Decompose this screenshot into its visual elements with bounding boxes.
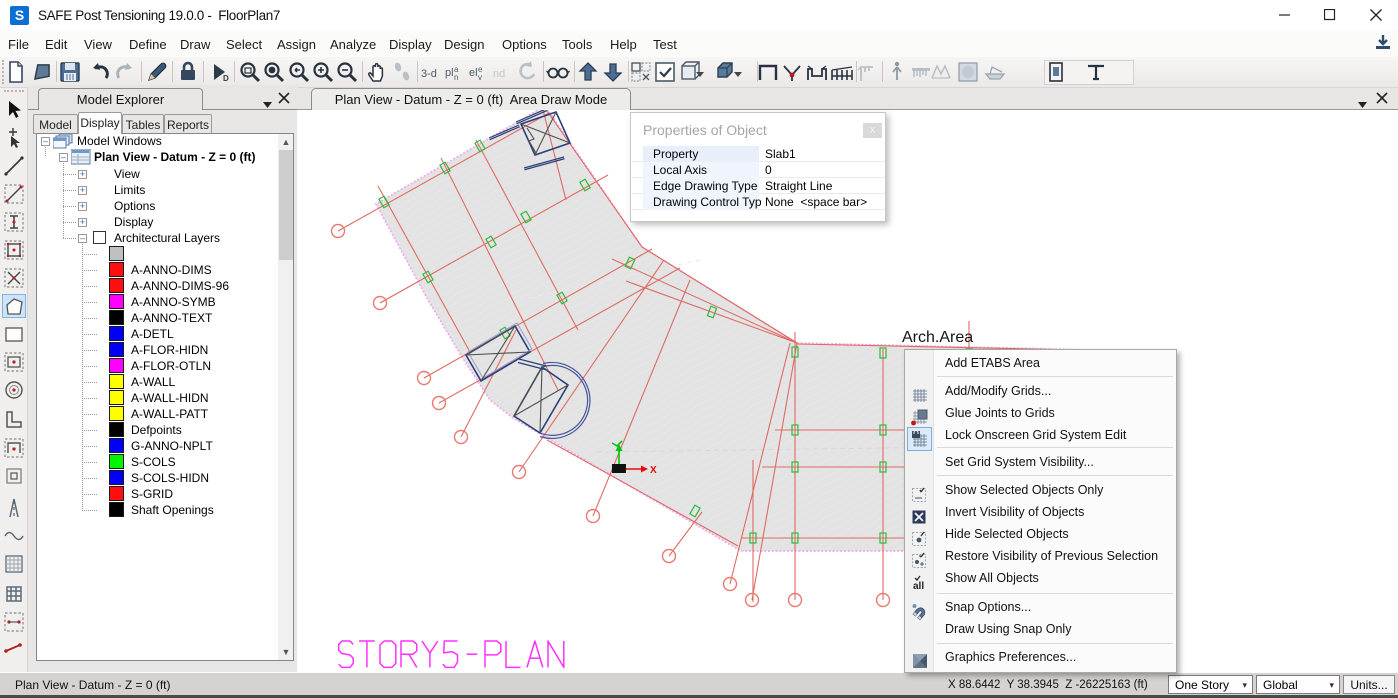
svg-text:X: X [650,465,657,476]
svg-text:nd: nd [493,68,505,80]
svg-text:v: v [478,73,482,82]
svg-text:3-d: 3-d [421,68,437,80]
svg-text:el: el [469,67,478,79]
svg-text:pl: pl [445,67,454,79]
svg-text:D: D [223,74,229,83]
svg-text:n: n [454,73,458,82]
svg-text:all: all [913,581,924,591]
